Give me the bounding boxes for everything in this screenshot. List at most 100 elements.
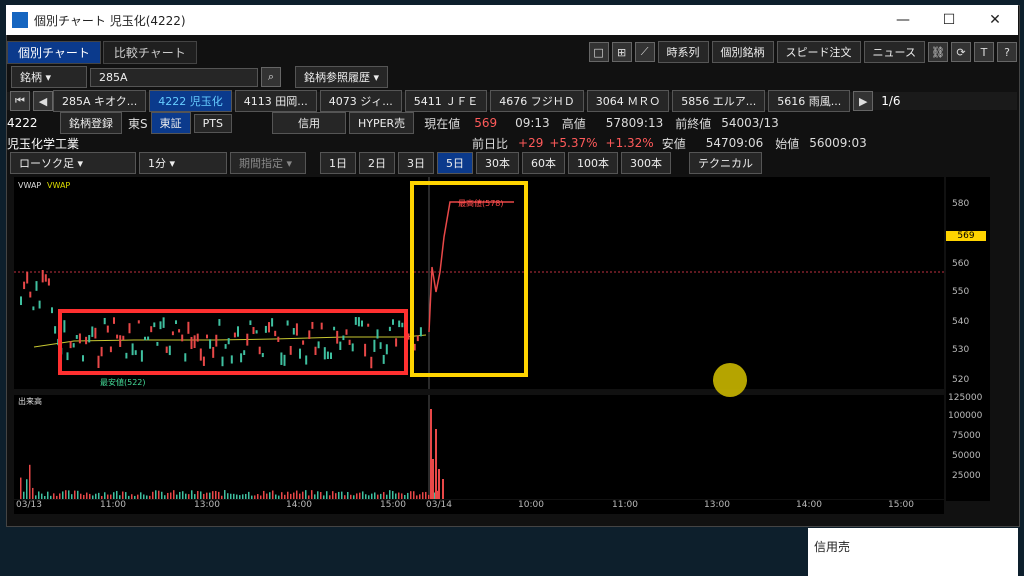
volume-bar — [392, 491, 394, 499]
candle — [311, 321, 314, 329]
x-label-1300: 13:00 — [194, 500, 220, 510]
candle — [398, 320, 401, 328]
symbol-input[interactable]: 285A — [90, 67, 258, 87]
candle — [85, 336, 88, 345]
range-1d[interactable]: 1日 — [320, 152, 356, 174]
volume-bar — [305, 490, 307, 499]
volume-bar — [401, 493, 403, 499]
news-button[interactable]: ニュース — [863, 41, 925, 63]
ticker-tab-5[interactable]: 5411 ＪＦＥ — [404, 90, 488, 112]
volume-bar — [335, 493, 337, 499]
candle — [178, 329, 181, 333]
interval-select[interactable]: 1分 ▾ — [139, 152, 227, 174]
minimize-button[interactable]: — — [880, 5, 926, 35]
candle — [268, 322, 270, 333]
period-select[interactable]: 期間指定 ▾ — [230, 152, 306, 174]
candle — [354, 317, 357, 325]
candle — [370, 356, 373, 369]
volume-bar — [74, 490, 76, 499]
low-annotation: 最安値(522) — [100, 377, 146, 387]
legend-vwap: VWAP — [18, 181, 41, 190]
candle — [134, 350, 137, 355]
draw-line-icon[interactable]: ⟋ — [634, 42, 655, 62]
candle — [147, 336, 150, 341]
candle — [41, 270, 44, 283]
candle — [323, 347, 326, 360]
speed-order-button[interactable]: スピード注文 — [776, 41, 861, 63]
candle — [373, 339, 376, 352]
text-icon[interactable]: T — [974, 42, 994, 62]
ticker-tab-7[interactable]: 3064 ＭＲＯ — [586, 90, 670, 112]
ticker-tab-9[interactable]: 5616 雨風... — [768, 90, 851, 112]
layout-grid-icon[interactable]: ⊞ — [611, 42, 632, 62]
volume-bar — [380, 493, 382, 499]
window-title: 個別チャート 児玉化(4222) — [34, 13, 186, 28]
chart-type-select[interactable]: ローソク足 ▾ — [10, 152, 136, 174]
range-100[interactable]: 100本 — [568, 152, 618, 174]
search-icon[interactable]: ⌕ — [261, 67, 281, 87]
candle — [106, 325, 109, 333]
volume-bar — [389, 490, 391, 499]
x-label-0314: 03/14 — [426, 500, 452, 510]
volume-bar — [107, 494, 109, 499]
range-60[interactable]: 60本 — [522, 152, 565, 174]
individual-stock-button[interactable]: 個別銘柄 — [711, 41, 774, 63]
range-300[interactable]: 300本 — [621, 152, 671, 174]
tab-individual-chart[interactable]: 個別チャート — [7, 40, 101, 64]
market-label: 東S — [128, 116, 148, 131]
candle — [280, 352, 283, 365]
range-2d[interactable]: 2日 — [359, 152, 395, 174]
register-button[interactable]: 銘柄登録 — [60, 112, 122, 134]
range-5d[interactable]: 5日 — [437, 152, 473, 174]
candle — [140, 350, 143, 362]
candle — [38, 300, 41, 309]
volume-bar — [206, 492, 208, 499]
ticker-tab-6[interactable]: 4676 フジＨＤ — [490, 90, 584, 112]
layout-single-icon[interactable]: □ — [588, 42, 609, 62]
ticker-tab-4[interactable]: 4073 ジィ... — [319, 90, 402, 112]
first-page-icon[interactable]: ⏮ — [10, 91, 30, 111]
volume-bar — [191, 490, 193, 499]
candle — [113, 317, 115, 324]
help-icon[interactable]: ? — [997, 42, 1017, 62]
ticker-tab-2[interactable]: 4222 児玉化 — [149, 90, 232, 112]
price-chart[interactable]: VWAP VWAP 最高値(578) 最安値(522) — [14, 177, 944, 389]
range-30[interactable]: 30本 — [476, 152, 519, 174]
candle — [292, 328, 295, 335]
candle — [224, 344, 227, 349]
technical-button[interactable]: テクニカル — [689, 152, 762, 174]
timeseries-button[interactable]: 時系列 — [657, 41, 709, 63]
volume-bar — [50, 495, 52, 499]
maximize-button[interactable]: ☐ — [926, 5, 972, 35]
tab-compare-chart[interactable]: 比較チャート — [102, 40, 197, 64]
volume-bar — [311, 490, 313, 499]
ticker-tab-8[interactable]: 5856 エルア... — [672, 90, 766, 112]
candle — [215, 334, 218, 347]
volume-bar — [131, 494, 133, 499]
range-3d[interactable]: 3日 — [398, 152, 434, 174]
volume-bar — [143, 494, 145, 499]
volume-chart[interactable]: 出来高 — [14, 395, 944, 499]
refresh-icon[interactable]: ⟳ — [951, 42, 971, 62]
volume-bar — [329, 495, 331, 499]
link-icon[interactable]: ⛓ — [928, 42, 948, 62]
ticker-tab-1[interactable]: 285A キオク... — [53, 90, 147, 112]
close-button[interactable]: ✕ — [972, 5, 1018, 35]
next-icon[interactable]: ▶ — [853, 91, 874, 111]
mode-tse[interactable]: 東証 — [150, 112, 191, 134]
mode-pts[interactable]: PTS — [193, 113, 232, 133]
open-time: 09:03 — [832, 136, 867, 150]
volume-bar — [62, 491, 64, 499]
volume-bar — [368, 495, 370, 499]
volume-bar — [185, 493, 187, 499]
history-dropdown[interactable]: 銘柄参照履歴 ▾ — [295, 66, 389, 88]
candle — [103, 317, 106, 325]
candle — [128, 323, 131, 334]
volume-bar — [230, 493, 232, 499]
volume-bar — [362, 491, 364, 499]
candle — [202, 356, 205, 366]
prev-icon[interactable]: ◀ — [33, 91, 53, 111]
ticker-tab-3[interactable]: 4113 田岡... — [234, 90, 317, 112]
volume-bar — [197, 491, 199, 499]
candle — [91, 326, 94, 337]
